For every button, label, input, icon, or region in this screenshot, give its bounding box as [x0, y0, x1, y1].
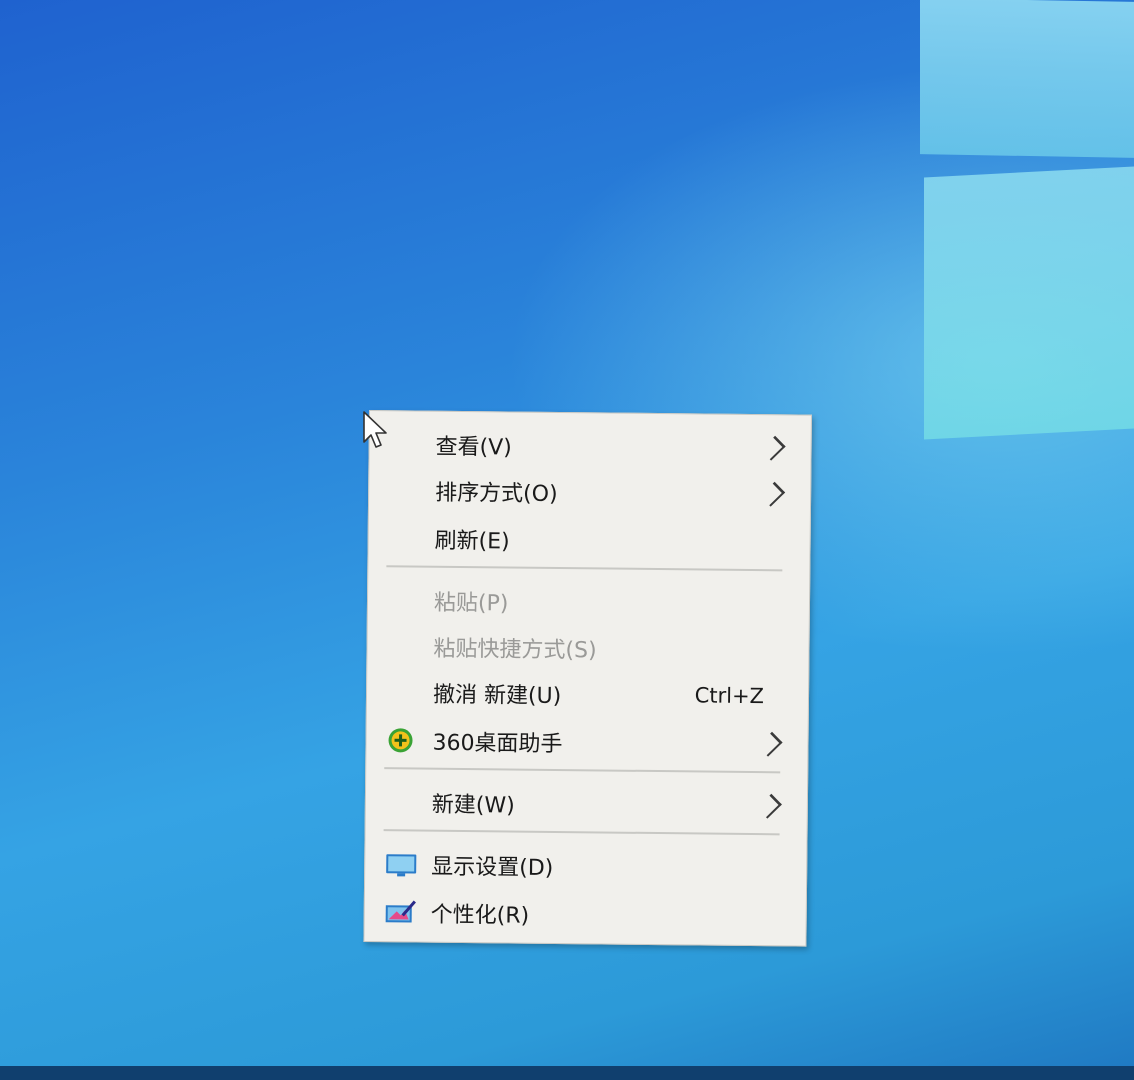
display-settings-icon — [386, 854, 417, 877]
desktop-context-menu: 查看(V) 排序方式(O) 刷新(E) 粘贴(P) 粘贴快捷方式(S) 撤消 新… — [363, 410, 812, 947]
menu-item-sort-by[interactable]: 排序方式(O) — [369, 467, 810, 518]
menu-item-label: 360桌面助手 — [432, 730, 563, 758]
menu-item-new[interactable]: 新建(W) — [366, 779, 807, 830]
menu-item-label: 刷新(E) — [434, 528, 510, 555]
menu-item-undo-new[interactable]: 撤消 新建(U) Ctrl+Z — [367, 669, 808, 720]
menu-item-personalize[interactable]: 个性化(R) — [365, 889, 806, 940]
menu-item-paste[interactable]: 粘贴(P) — [368, 577, 809, 628]
chevron-right-icon — [760, 481, 786, 507]
mouse-pointer-icon — [363, 411, 387, 448]
menu-separator — [384, 767, 781, 774]
menu-item-label: 撤消 新建(U) — [432, 682, 562, 710]
menu-item-label: 显示设置(D) — [431, 854, 554, 881]
windows-logo-pane-top — [920, 0, 1134, 158]
menu-item-label: 个性化(R) — [430, 902, 530, 929]
menu-item-label: 排序方式(O) — [435, 480, 558, 507]
360-assistant-icon — [388, 728, 413, 753]
taskbar-edge — [0, 1066, 1134, 1080]
menu-item-360-assistant[interactable]: 360桌面助手 — [366, 717, 807, 768]
personalize-icon — [385, 900, 416, 923]
menu-item-label: 查看(V) — [435, 434, 512, 461]
windows-logo-pane-bottom — [924, 166, 1134, 440]
menu-item-refresh[interactable]: 刷新(E) — [368, 515, 809, 566]
menu-item-view[interactable]: 查看(V) — [369, 421, 810, 472]
menu-item-label: 粘贴快捷方式(S) — [433, 636, 597, 664]
menu-separator — [383, 829, 780, 836]
menu-item-paste-shortcut[interactable]: 粘贴快捷方式(S) — [367, 623, 808, 674]
chevron-right-icon — [756, 793, 782, 819]
menu-item-label: 新建(W) — [431, 792, 515, 819]
menu-separator — [386, 565, 783, 572]
chevron-right-icon — [757, 731, 783, 757]
menu-item-label: 粘贴(P) — [433, 590, 509, 617]
menu-item-display-settings[interactable]: 显示设置(D) — [365, 841, 806, 892]
menu-item-shortcut: Ctrl+Z — [694, 683, 765, 709]
chevron-right-icon — [760, 435, 786, 461]
